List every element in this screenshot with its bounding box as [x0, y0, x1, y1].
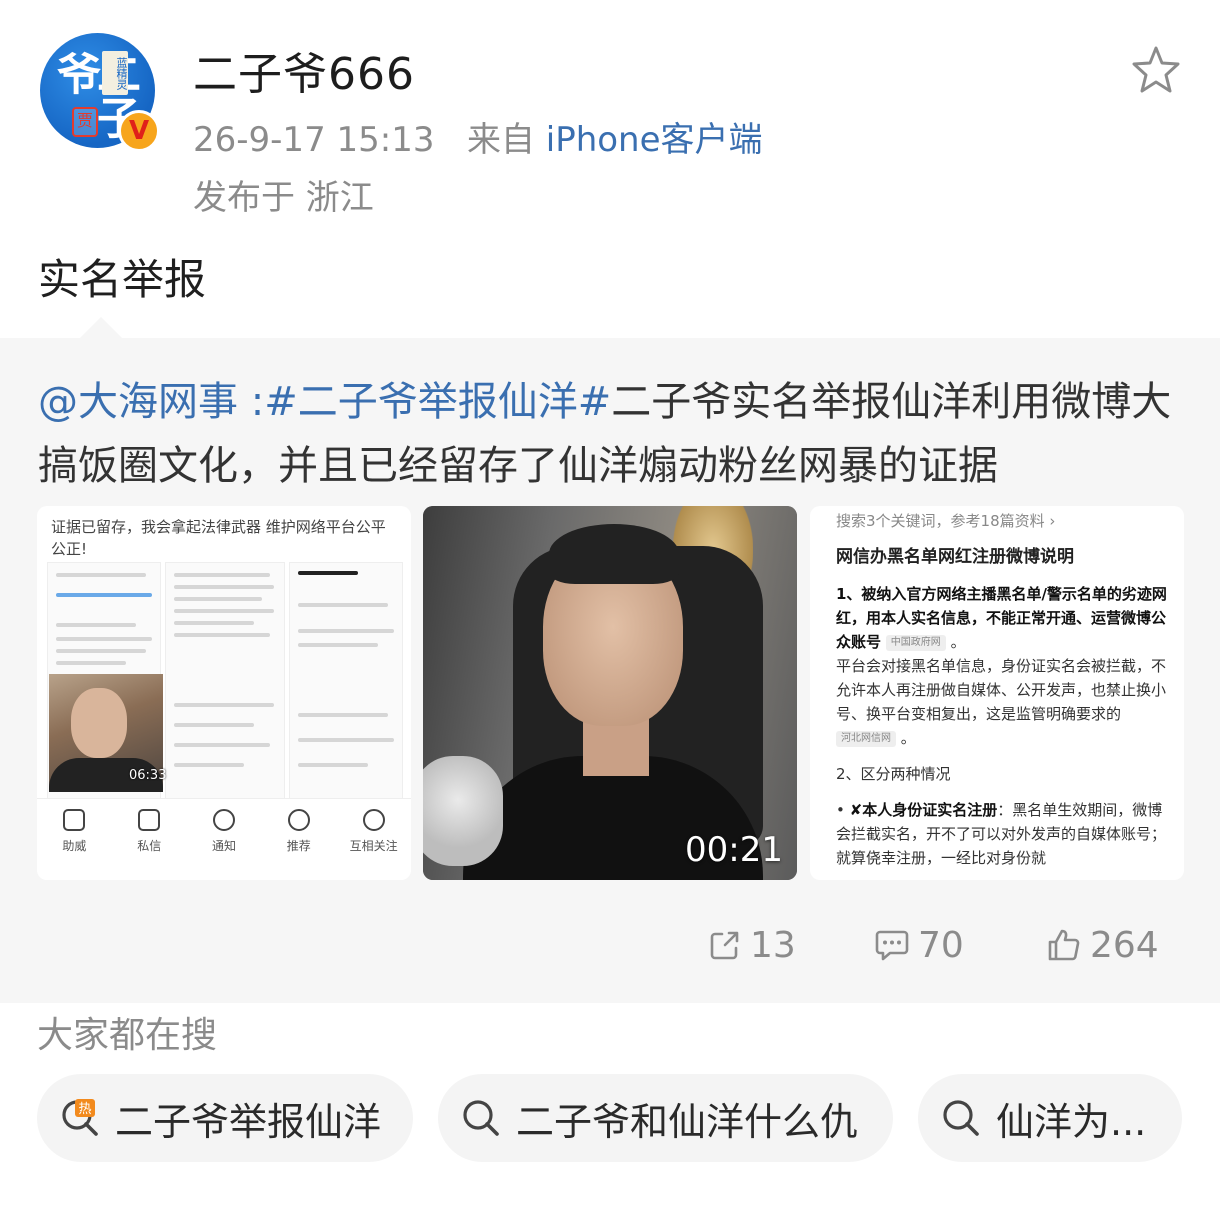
like-button[interactable]: 264: [1046, 920, 1159, 970]
microphone-shape: [423, 756, 503, 866]
trending-label-2: 二子爷和仙洋什么仇: [516, 1099, 859, 1144]
thumb1-caption: 证据已留存，我会拿起法律武器 维护网络平台公平公正!: [51, 518, 386, 558]
avatar-seal: 蓝精灵: [102, 51, 128, 95]
post-text: 实名举报: [38, 255, 207, 304]
client-link[interactable]: iPhone客户端: [546, 120, 763, 160]
search-icon: [943, 1100, 979, 1136]
repost-text: @大海网事 :#二子爷举报仙洋#二子爷实名举报仙洋利用微博大搞饭圈文化，并且已经…: [38, 370, 1188, 498]
post-time: 26-9-17 15:13: [193, 120, 435, 160]
compass-icon: [287, 809, 310, 831]
bell-icon: [212, 809, 235, 831]
trending-chip-3[interactable]: 仙洋为...: [918, 1074, 1182, 1162]
mention-link[interactable]: @大海网事: [38, 379, 238, 425]
share-count: 13: [750, 924, 796, 966]
repost-notch: [80, 317, 122, 338]
svg-text:热: 热: [78, 1102, 91, 1117]
trending-title: 大家都在搜: [37, 1015, 218, 1056]
comment-count: 70: [918, 924, 964, 966]
search-icon: [463, 1100, 499, 1136]
cheer-icon: [63, 809, 86, 831]
tab-notice: 通知: [187, 799, 262, 880]
image-thumb-3[interactable]: 搜索3个关键词，参考18篇资料 › 网信办黑名单网红注册微博说明 1、被纳入官方…: [810, 506, 1184, 880]
thumbs-up-icon: [1048, 929, 1080, 961]
comment-icon: [875, 930, 909, 961]
image-thumb-1[interactable]: 证据已留存，我会拿起法律武器 维护网络平台公平公正! 06:33 助威 私信 通…: [37, 506, 411, 880]
tab-mutual: 互相关注: [336, 799, 411, 880]
tab-recommend: 推荐: [261, 799, 336, 880]
comment-button[interactable]: 70: [874, 920, 964, 970]
repost-card[interactable]: @大海网事 :#二子爷举报仙洋#二子爷实名举报仙洋利用微博大搞饭圈文化，并且已经…: [0, 317, 1220, 1003]
video-duration: 00:21: [685, 830, 783, 870]
post-location: 发布于 浙江: [193, 178, 374, 218]
doc-body: 1、被纳入官方网络主播黑名单/警示名单的劣迹网红，用本人实名信息，不能正常开通、…: [836, 585, 1167, 867]
author-name[interactable]: 二子爷666: [193, 38, 415, 102]
trending-chip-1[interactable]: 热 二子爷举报仙洋: [37, 1074, 413, 1162]
like-count: 264: [1090, 924, 1159, 966]
topic-link[interactable]: :#二子爷举报仙洋#: [251, 379, 612, 425]
share-icon: [710, 931, 739, 960]
thumb1-tabbar: 助威 私信 通知 推荐 互相关注: [37, 798, 411, 880]
source-prefix: 来自: [466, 120, 535, 160]
trending-label-1: 二子爷举报仙洋: [115, 1099, 382, 1144]
doc-title: 网信办黑名单网红注册微博说明: [836, 547, 1074, 567]
post-meta: 26-9-17 15:13 来自 iPhone客户端: [193, 112, 763, 161]
thumb1-duration: 06:33: [129, 768, 167, 783]
verified-badge-icon: V: [118, 110, 160, 152]
tab-message: 私信: [112, 799, 187, 880]
avatar-red-seal-icon: 贾: [72, 107, 98, 137]
favorite-star-icon[interactable]: [1130, 44, 1182, 96]
screenshot-panel-2: [165, 562, 285, 804]
user-icon: [362, 809, 385, 831]
screenshot-panel-3: [289, 562, 403, 804]
share-button[interactable]: 13: [708, 920, 796, 970]
tab-cheer: 助威: [37, 799, 112, 880]
search-hint: 搜索3个关键词，参考18篇资料 ›: [836, 512, 1056, 530]
person-hair: [549, 524, 679, 584]
trending-chip-2[interactable]: 二子爷和仙洋什么仇: [438, 1074, 893, 1162]
video-thumb[interactable]: 00:21: [423, 506, 797, 880]
trending-label-3: 仙洋为...: [996, 1099, 1147, 1144]
message-icon: [138, 809, 161, 831]
hot-search-icon: 热: [62, 1099, 98, 1136]
